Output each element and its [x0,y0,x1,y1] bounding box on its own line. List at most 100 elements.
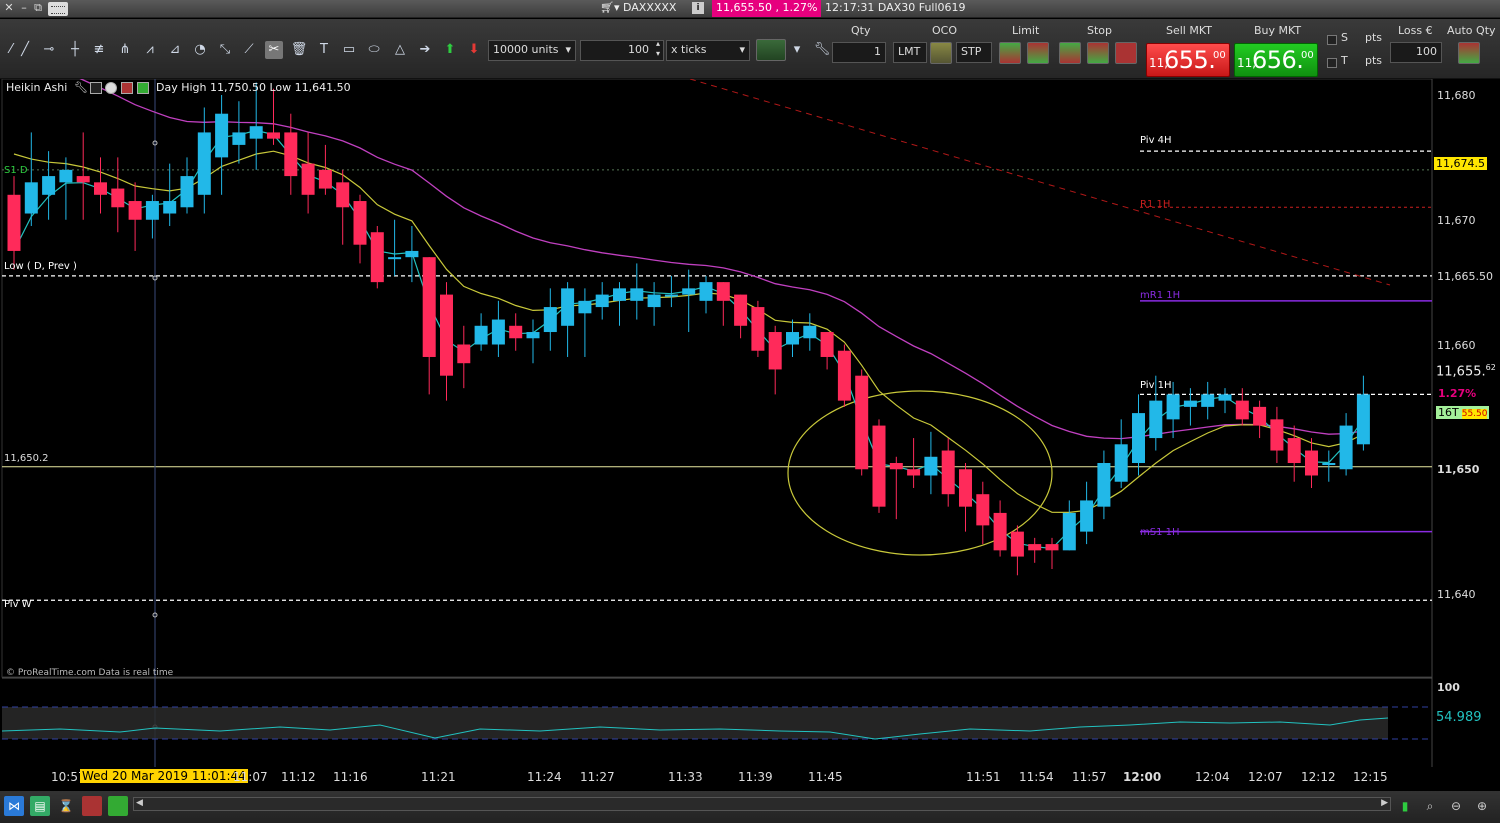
amount-stepper[interactable]: 100 ▴ ▾ [580,39,664,61]
wrench-icon[interactable]: 🔧︎ [813,41,831,59]
lmt-button[interactable]: LMT [893,42,927,63]
pitchfork-tool-icon[interactable]: ⋔ [116,41,134,59]
chart-layout-icon[interactable]: ▤ [30,796,50,816]
fan-tool-icon[interactable]: ◔ [191,41,209,59]
candle [440,282,453,401]
arrow-right-icon[interactable]: ➔ [416,41,434,59]
add-chart-icon[interactable] [108,796,128,816]
close-window-icon[interactable]: ✕ [3,2,15,14]
price-chart[interactable]: Heikin Ashi 🔧︎ Day High 11,750.50 Low 11… [0,79,1500,767]
sell-market-button[interactable]: 11, 655. 00 [1146,43,1230,77]
ellipse-tool-icon[interactable]: ⬭ [365,41,383,59]
candle [613,282,626,326]
tools-icon[interactable]: ✂ [265,41,283,59]
add-order-icon[interactable] [756,39,786,61]
arrow-down-icon[interactable]: ⬇ [465,41,483,59]
candle-body [1010,531,1024,557]
qty-input[interactable]: 1 [832,42,886,63]
time-tick: 12:07 [1248,770,1283,784]
share-icon[interactable]: ⋈ [4,796,24,816]
auto-qty-icon[interactable] [1458,42,1480,64]
zoom-window-icon[interactable]: ⌕ [1420,796,1440,816]
add-indicator-icon[interactable] [121,82,133,94]
candle-body [768,332,782,370]
time-axis: 10:57 Wed 20 Mar 2019 11:01:44 11:07 11:… [0,767,1500,787]
rectangle-tool-icon[interactable]: ▭ [340,41,358,59]
config-icon[interactable] [137,82,149,94]
chart-canvas[interactable] [0,79,1500,767]
candle-body [1045,544,1059,551]
candle-body [197,132,211,195]
stop-sell-icon[interactable] [1087,42,1109,64]
minimize-window-icon[interactable]: – [18,2,30,14]
limit-sell-icon[interactable] [1027,42,1049,64]
fibonacci-tool-icon[interactable]: ⊿ [166,41,184,59]
units-select[interactable]: 10000 units ▾ [488,40,576,61]
text-tool-icon[interactable]: T [315,41,333,59]
candle [543,288,557,351]
chevron-down-icon[interactable]: ▾ [788,41,806,59]
zoom-fit-icon[interactable]: ▮ [1395,796,1415,816]
keyboard-icon[interactable] [48,2,68,16]
scroll-left-icon[interactable]: ◀ [136,798,143,808]
window-icon[interactable] [90,82,102,94]
channel-tool-icon[interactable]: ≢ [90,41,108,59]
screenshot-icon[interactable] [82,796,102,816]
wrench-icon[interactable]: 🔧︎ [74,82,88,94]
horizontal-line-tool-icon[interactable]: ⊸ [40,41,58,59]
candle-body [509,325,523,339]
stp-button[interactable]: STP [956,42,992,63]
close-icon[interactable] [105,82,117,94]
regression-tool-icon[interactable]: ⟋ [240,41,258,59]
candle [682,269,696,333]
bottom-bar: ⋈ ▤ ⌛ ◀ ▶ ▮ ⌕ ⊖ ⊕ [0,791,1500,823]
restore-window-icon[interactable]: ⧉ [32,2,44,14]
zoom-out-icon[interactable]: ⊖ [1446,796,1466,816]
loss-input[interactable]: 100 [1390,42,1442,63]
t-pts-label: pts [1365,54,1383,67]
stepper-arrows-icon[interactable]: ▴ ▾ [656,39,660,59]
info-icon[interactable]: i [692,2,704,14]
arrows-tool-icon[interactable]: ⤡ [216,41,234,59]
candle [7,176,21,270]
candle-body [145,201,159,220]
cart-icon: 🛒︎▾ [600,1,623,14]
triangle-tool-icon[interactable]: △ [391,41,409,59]
pattern-tool-icon[interactable]: ⩘ [141,41,159,59]
candle [1253,400,1267,439]
candle-body [1218,394,1232,401]
mode-select[interactable]: x ticks ▾ [666,40,750,61]
delete-icon[interactable]: 🗑︎ [290,41,308,59]
candle [1322,450,1336,482]
stop-close-icon[interactable] [1115,42,1137,64]
stop-buy-icon[interactable] [1059,42,1081,64]
chart-scrollbar[interactable]: ◀ ▶ [133,797,1391,811]
low-prev-day-label: Low ( D, Prev ) [4,261,77,272]
candle [907,438,921,488]
t-checkbox[interactable] [1327,58,1337,68]
candle [388,219,402,276]
candle [526,319,540,364]
candle-body [267,132,280,139]
buy-market-button[interactable]: 11, 656. 00 [1234,43,1318,77]
s1-daily-label: S1 D [4,165,28,176]
candle-body [1132,413,1145,464]
qty-value: 1 [874,45,881,58]
line-tool-icon[interactable]: ╱ [16,41,34,59]
s-checkbox[interactable] [1327,35,1337,45]
candle [1097,450,1111,520]
scroll-right-icon[interactable]: ▶ [1381,798,1388,808]
limit-buy-icon[interactable] [999,42,1021,64]
instrument-selector[interactable]: 🛒︎▾ DAXXXXX [600,1,676,14]
buy-price-main: 656. [1252,46,1304,74]
zoom-in-icon[interactable]: ⊕ [1472,796,1492,816]
timeframe-icon[interactable]: ⌛ [56,796,76,816]
indicator-name: Heikin Ashi [6,81,68,94]
weekly-pivot-label: Piv W [4,599,32,610]
oco-order-icon[interactable] [930,42,952,64]
candle-body [993,512,1007,551]
arrow-up-icon[interactable]: ⬆ [441,41,459,59]
candle-body [353,201,367,245]
trend-line[interactable] [689,79,1391,286]
vertical-line-tool-icon[interactable]: ┼ [66,41,84,59]
